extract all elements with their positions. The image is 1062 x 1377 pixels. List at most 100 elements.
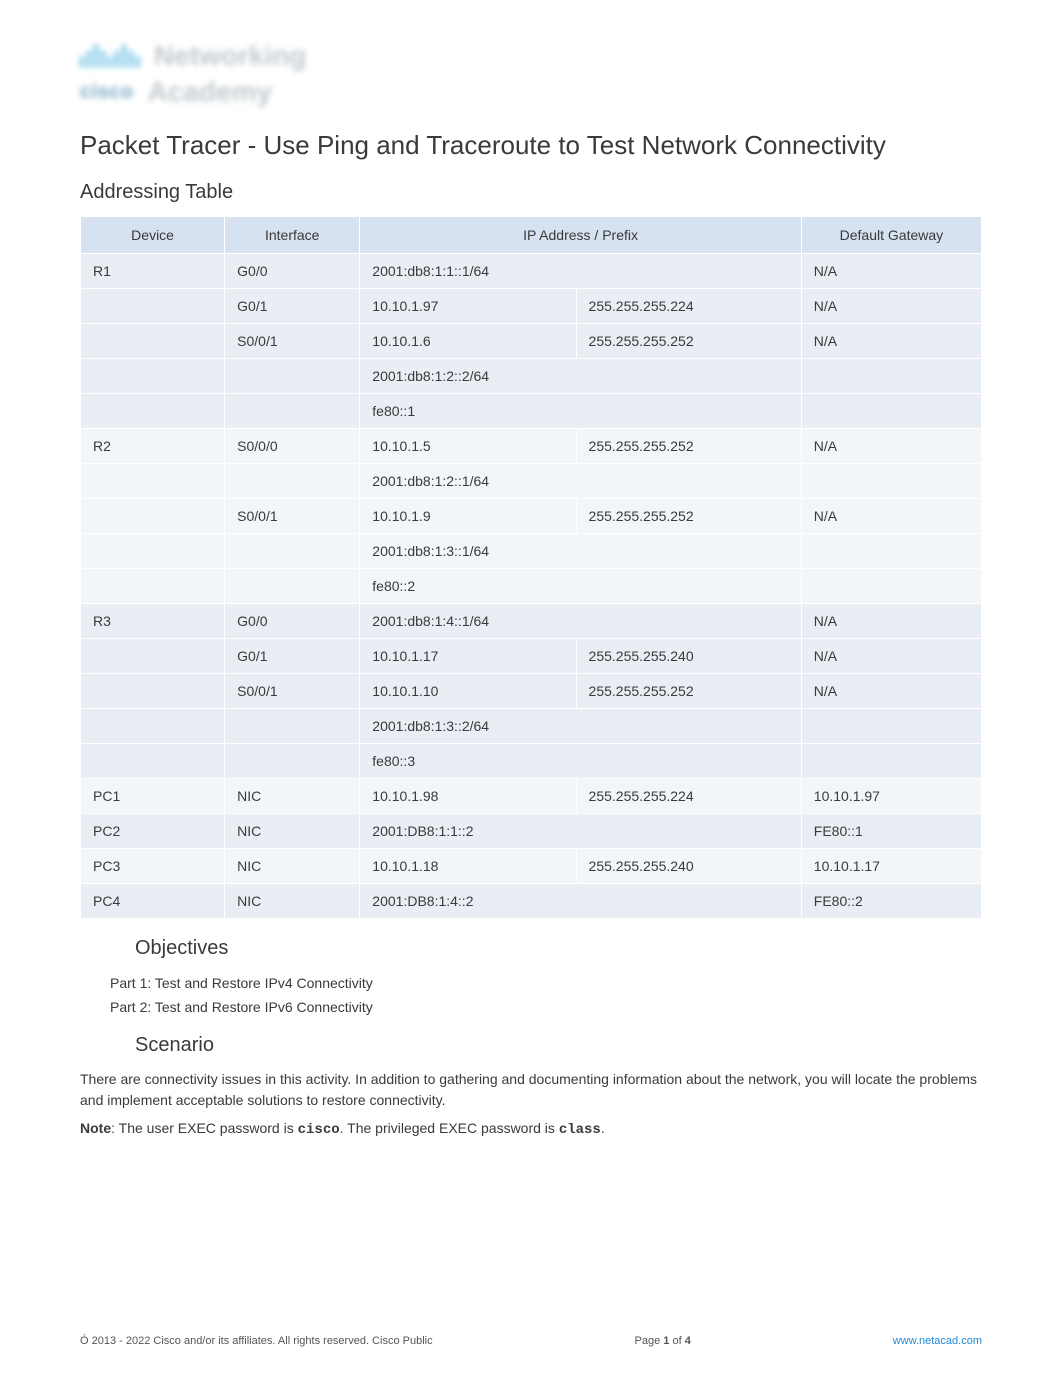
page-footer: Ó 2013 - 2022 Cisco and/or its affiliate… [80, 1335, 982, 1347]
cell-ip: 10.10.1.9 [360, 499, 576, 534]
cell-mask: 255.255.255.252 [576, 674, 801, 709]
cell-gateway [801, 744, 981, 779]
table-row: PC3NIC10.10.1.18255.255.255.24010.10.1.1… [81, 849, 982, 884]
footer-link[interactable]: www.netacad.com [893, 1335, 982, 1347]
note-text-1: : The user EXEC password is [111, 1120, 297, 1136]
table-row: 2001:db8:1:3::1/64 [81, 534, 982, 569]
cell-mask: 255.255.255.224 [576, 779, 801, 814]
cell-gateway: FE80::1 [801, 814, 981, 849]
cell-ip: fe80::2 [360, 569, 801, 604]
page-of: of [669, 1335, 684, 1347]
table-row: 2001:db8:1:2::2/64 [81, 359, 982, 394]
page-total: 4 [685, 1335, 691, 1347]
cell-gateway: FE80::2 [801, 884, 981, 919]
table-row: S0/0/110.10.1.6255.255.255.252N/A [81, 324, 982, 359]
cell-device [81, 464, 225, 499]
cell-device [81, 674, 225, 709]
cell-gateway: N/A [801, 639, 981, 674]
cell-interface: G0/0 [225, 254, 360, 289]
cell-device [81, 709, 225, 744]
cell-gateway [801, 709, 981, 744]
note-val-class: class [559, 1122, 601, 1138]
logo-brand-cisco: cisco [80, 81, 134, 104]
cell-gateway: N/A [801, 604, 981, 639]
note-prefix: Note [80, 1120, 111, 1136]
cell-mask: 255.255.255.252 [576, 429, 801, 464]
cell-interface [225, 534, 360, 569]
cell-interface: S0/0/1 [225, 324, 360, 359]
note-text-2: . The privileged EXEC password is [340, 1120, 559, 1136]
cell-interface [225, 569, 360, 604]
addressing-table-heading: Addressing Table [80, 181, 982, 204]
cell-ip: 2001:db8:1:3::2/64 [360, 709, 801, 744]
cell-ip: 10.10.1.98 [360, 779, 576, 814]
table-row: G0/110.10.1.17255.255.255.240N/A [81, 639, 982, 674]
note-val-cisco: cisco [298, 1122, 340, 1138]
cell-gateway: 10.10.1.97 [801, 779, 981, 814]
cell-ip: fe80::1 [360, 394, 801, 429]
cell-interface: NIC [225, 849, 360, 884]
cell-ip: 2001:db8:1:2::1/64 [360, 464, 801, 499]
cell-interface: S0/0/0 [225, 429, 360, 464]
footer-page: Page 1 of 4 [635, 1335, 691, 1347]
cell-mask: 255.255.255.224 [576, 289, 801, 324]
objective-item: Part 2: Test and Restore IPv6 Connectivi… [110, 996, 982, 1020]
cell-device [81, 639, 225, 674]
cell-interface: G0/1 [225, 289, 360, 324]
cell-device: PC4 [81, 884, 225, 919]
cell-device: PC3 [81, 849, 225, 884]
table-row: 2001:db8:1:2::1/64 [81, 464, 982, 499]
footer-copyright: Ó 2013 - 2022 Cisco and/or its affiliate… [80, 1335, 433, 1347]
cell-ip: 2001:db8:1:1::1/64 [360, 254, 801, 289]
cell-ip: 2001:db8:1:3::1/64 [360, 534, 801, 569]
cell-ip: 2001:DB8:1:1::2 [360, 814, 801, 849]
table-row: fe80::2 [81, 569, 982, 604]
cell-ip: 10.10.1.10 [360, 674, 576, 709]
table-row: S0/0/110.10.1.9255.255.255.252N/A [81, 499, 982, 534]
cell-interface [225, 709, 360, 744]
cisco-bars-icon [80, 44, 140, 68]
cell-interface: S0/0/1 [225, 499, 360, 534]
col-ip: IP Address / Prefix [360, 217, 801, 254]
col-device: Device [81, 217, 225, 254]
page-label: Page [635, 1335, 664, 1347]
page-title: Packet Tracer - Use Ping and Traceroute … [80, 128, 982, 163]
cell-interface [225, 394, 360, 429]
cell-gateway: N/A [801, 429, 981, 464]
cell-gateway: 10.10.1.17 [801, 849, 981, 884]
cell-ip: 10.10.1.6 [360, 324, 576, 359]
cell-ip: 2001:db8:1:4::1/64 [360, 604, 801, 639]
cell-ip: 10.10.1.17 [360, 639, 576, 674]
cell-interface [225, 744, 360, 779]
note-text-3: . [601, 1120, 605, 1136]
table-row: R3G0/02001:db8:1:4::1/64N/A [81, 604, 982, 639]
table-row: S0/0/110.10.1.10255.255.255.252N/A [81, 674, 982, 709]
cell-ip: fe80::3 [360, 744, 801, 779]
cell-interface [225, 464, 360, 499]
table-row: PC4NIC2001:DB8:1:4::2FE80::2 [81, 884, 982, 919]
logo-word-networking: Networking [154, 40, 306, 72]
scenario-note: Note: The user EXEC password is cisco. T… [80, 1118, 982, 1142]
scenario-body: There are connectivity issues in this ac… [80, 1069, 982, 1112]
table-row: PC2NIC2001:DB8:1:1::2FE80::1 [81, 814, 982, 849]
cell-interface: G0/1 [225, 639, 360, 674]
cell-mask: 255.255.255.252 [576, 324, 801, 359]
cell-gateway: N/A [801, 289, 981, 324]
cell-interface: S0/0/1 [225, 674, 360, 709]
cell-gateway: N/A [801, 254, 981, 289]
table-row: R1G0/02001:db8:1:1::1/64N/A [81, 254, 982, 289]
cell-mask: 255.255.255.240 [576, 639, 801, 674]
cell-device: R3 [81, 604, 225, 639]
cell-device [81, 289, 225, 324]
cell-interface: NIC [225, 814, 360, 849]
cell-interface: NIC [225, 884, 360, 919]
objective-item: Part 1: Test and Restore IPv4 Connectivi… [110, 972, 982, 996]
table-header-row: Device Interface IP Address / Prefix Def… [81, 217, 982, 254]
table-row: PC1NIC10.10.1.98255.255.255.22410.10.1.9… [81, 779, 982, 814]
cell-gateway [801, 569, 981, 604]
cell-device [81, 324, 225, 359]
table-row: fe80::3 [81, 744, 982, 779]
cell-gateway: N/A [801, 674, 981, 709]
table-row: R2S0/0/010.10.1.5255.255.255.252N/A [81, 429, 982, 464]
cell-gateway: N/A [801, 499, 981, 534]
